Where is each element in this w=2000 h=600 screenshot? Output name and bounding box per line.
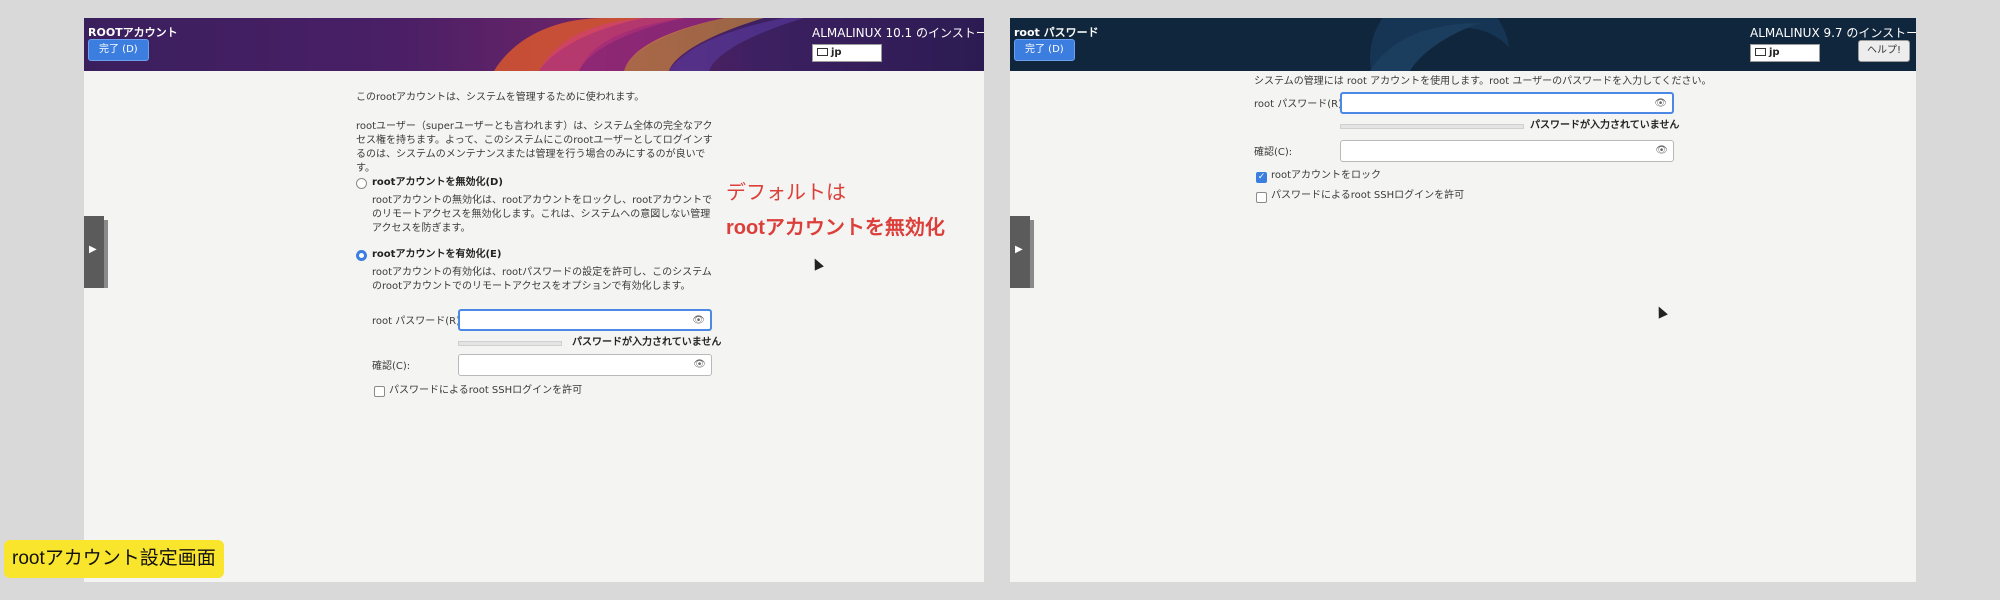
done-button[interactable]: 完了 (D)	[88, 39, 149, 61]
show-confirm-icon[interactable]: 👁	[1655, 145, 1668, 156]
annotation-callout: デフォルトは rootアカウントを無効化	[726, 176, 945, 240]
sidebar-toggle[interactable]: ▶	[84, 216, 108, 288]
disable-root-description: rootアカウントの無効化は、rootアカウントをロックし、rootアカウントで…	[372, 195, 713, 234]
expand-arrow-icon: ▶	[89, 244, 97, 255]
intro-text: システムの管理には root アカウントを使用します。root ユーザーのパスワ…	[1254, 76, 1712, 87]
help-button[interactable]: ヘルプ!	[1858, 40, 1911, 62]
keyboard-layout-label: jp	[1769, 47, 1780, 58]
keyboard-icon	[817, 48, 828, 56]
ssh-login-checkbox[interactable]	[1256, 192, 1267, 203]
root-password-field[interactable]: 👁	[1340, 92, 1674, 114]
show-password-icon[interactable]: 👁	[692, 315, 705, 326]
installer-screen-almalinux-9: root パスワード 完了 (D) ALMALINUX 9.7 のインストール …	[1010, 18, 1916, 582]
installer-screen-almalinux-10: ROOTアカウント 完了 (D) ALMALINUX 10.1 のインストール …	[84, 18, 984, 582]
confirm-password-label: 確認(C):	[372, 361, 411, 372]
product-title: ALMALINUX 10.1 のインストール	[812, 26, 984, 40]
password-strength-bar	[1340, 124, 1524, 129]
annotation-line-2: rootアカウントを無効化	[726, 217, 945, 239]
mouse-cursor-icon	[1654, 304, 1668, 319]
enable-root-label[interactable]: rootアカウントを有効化(E)	[372, 248, 501, 262]
ssh-login-checkbox[interactable]	[374, 386, 385, 397]
installer-header: ROOTアカウント 完了 (D) ALMALINUX 10.1 のインストール …	[84, 18, 984, 71]
enable-root-radio[interactable]	[356, 250, 367, 261]
keyboard-layout-indicator[interactable]: jp	[812, 44, 882, 62]
installer-header: root パスワード 完了 (D) ALMALINUX 9.7 のインストール …	[1010, 18, 1916, 71]
mouse-cursor-icon	[810, 256, 824, 271]
lock-root-checkbox[interactable]: ✓	[1256, 172, 1267, 183]
confirm-password-field[interactable]: 👁	[1340, 140, 1674, 162]
keyboard-layout-label: jp	[831, 47, 842, 58]
page-title: root パスワード	[1014, 26, 1099, 39]
page-title: ROOTアカウント	[88, 26, 178, 39]
disable-root-radio[interactable]	[356, 178, 367, 189]
enable-root-description: rootアカウントの有効化は、rootパスワードの設定を許可し、このシステムのr…	[372, 267, 712, 292]
lock-root-label[interactable]: rootアカウントをロック	[1271, 169, 1381, 183]
ssh-login-label[interactable]: パスワードによるroot SSHログインを許可	[1271, 189, 1464, 203]
done-button[interactable]: 完了 (D)	[1014, 39, 1075, 61]
intro-description: rootユーザー（superユーザーとも言われます）は、システム全体の完全なアク…	[356, 121, 713, 174]
disable-root-label[interactable]: rootアカウントを無効化(D)	[372, 176, 503, 190]
annotation-line-1: デフォルトは	[726, 182, 846, 204]
password-strength-bar	[458, 341, 562, 346]
root-password-field[interactable]: 👁	[458, 309, 712, 331]
root-password-input[interactable]	[1346, 96, 1650, 112]
caption-badge: rootアカウント設定画面	[4, 540, 224, 578]
password-strength-text: パスワードが入力されていません	[1530, 120, 1680, 131]
intro-text: このrootアカウントは、システムを管理するために使われます。	[356, 92, 645, 103]
confirm-password-input[interactable]	[1345, 143, 1651, 159]
product-title: ALMALINUX 9.7 のインストール	[1750, 26, 1916, 40]
keyboard-icon	[1755, 48, 1766, 56]
password-strength-text: パスワードが入力されていません	[572, 337, 722, 348]
show-password-icon[interactable]: 👁	[1654, 98, 1667, 109]
ssh-login-label[interactable]: パスワードによるroot SSHログインを許可	[389, 384, 582, 398]
show-confirm-icon[interactable]: 👁	[693, 359, 706, 370]
confirm-password-label: 確認(C):	[1254, 147, 1293, 158]
confirm-password-field[interactable]: 👁	[458, 354, 712, 376]
root-password-label: root パスワード(R):	[372, 316, 464, 327]
root-password-label: root パスワード(R):	[1254, 99, 1346, 110]
keyboard-layout-indicator[interactable]: jp	[1750, 44, 1820, 62]
root-password-input[interactable]	[464, 313, 688, 329]
confirm-password-input[interactable]	[463, 357, 689, 373]
sidebar-toggle[interactable]: ▶	[1010, 216, 1034, 288]
expand-arrow-icon: ▶	[1015, 244, 1023, 255]
